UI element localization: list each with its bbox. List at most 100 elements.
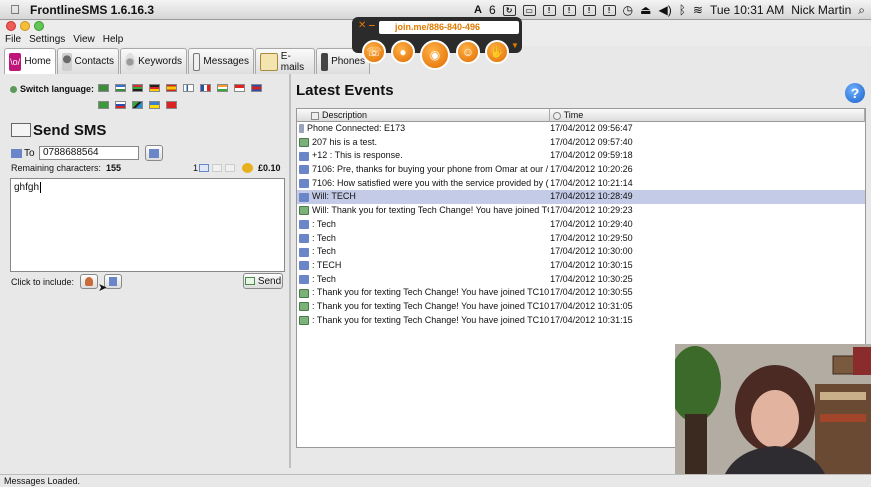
spotlight-search-icon[interactable]: ⌕: [858, 3, 865, 18]
flag-icon-7[interactable]: [200, 84, 211, 92]
time-machine-icon[interactable]: ◷: [623, 3, 633, 17]
event-description-cell: Will: TECH: [297, 190, 549, 204]
event-description-text: : Tech: [312, 218, 336, 229]
joinme-people-icon[interactable]: ☺: [456, 40, 480, 64]
event-row[interactable]: : Thank you for texting Tech Change! You…: [297, 314, 865, 328]
tab-emails-label: E-mails: [280, 50, 305, 73]
menubar-status-area: A 6 ↻ ▭ ! ! ! ! ◷ ⏏ ◀) ᛒ ≋ Tue 10:31 AM …: [474, 0, 865, 20]
event-time-cell: 17/04/2012 10:30:25: [550, 273, 633, 284]
home-icon: \o/: [9, 52, 22, 71]
joinme-control-icon[interactable]: ✋: [485, 40, 509, 64]
select-contact-button[interactable]: [145, 145, 163, 161]
send-button[interactable]: Send: [243, 273, 283, 289]
tab-home[interactable]: \o/ Home: [4, 48, 56, 74]
close-window-icon[interactable]: [6, 21, 16, 31]
menu-help[interactable]: Help: [103, 34, 124, 45]
event-time-cell: 17/04/2012 10:29:40: [550, 218, 633, 229]
event-description-text: 7106: How satisfied were you with the se…: [312, 177, 549, 188]
event-row[interactable]: 7106: Pre, thanks for buying your phone …: [297, 163, 865, 177]
apple-menu-icon[interactable]: : [0, 2, 30, 17]
event-row[interactable]: : Thank you for texting Tech Change! You…: [297, 300, 865, 314]
event-row[interactable]: : TECH 17/04/2012 10:30:15: [297, 259, 865, 273]
flag-icon-12[interactable]: [115, 101, 126, 109]
joinme-close-icon[interactable]: ✕ ‒: [358, 20, 375, 31]
status-text: Messages Loaded.: [4, 476, 81, 486]
event-description-text: Will: Thank you for texting Tech Change!…: [312, 205, 550, 216]
help-icon[interactable]: ?: [845, 83, 865, 103]
flag-icon-11[interactable]: [98, 101, 109, 109]
sync-icon[interactable]: ↻: [502, 4, 516, 16]
event-row[interactable]: Will: TECH 17/04/2012 10:28:49: [297, 190, 865, 205]
event-row[interactable]: : Tech 17/04/2012 10:30:25: [297, 273, 865, 287]
cost-coins-icon: [242, 163, 253, 173]
flag-icon-13[interactable]: [132, 101, 143, 109]
sms-in-icon: [299, 220, 309, 230]
flag-icon-8[interactable]: [217, 84, 228, 92]
wifi-icon[interactable]: ≋: [693, 3, 703, 17]
user-name[interactable]: Nick Martin: [791, 3, 851, 17]
event-row[interactable]: +12 : This is response. 17/04/2012 09:59:…: [297, 149, 865, 163]
event-description-cell: : Tech: [297, 245, 549, 259]
flag-icon-5[interactable]: [166, 84, 177, 92]
message-textarea[interactable]: ghfgh: [10, 178, 285, 272]
flag-icon-4[interactable]: [149, 84, 160, 92]
event-row[interactable]: : Tech 17/04/2012 10:29:50: [297, 232, 865, 246]
cost-value: £0.10: [258, 163, 281, 173]
flag-icon-15[interactable]: [166, 101, 177, 109]
menu-file[interactable]: File: [5, 34, 21, 45]
alert-icon-2[interactable]: !: [562, 4, 576, 16]
menu-settings[interactable]: Settings: [29, 34, 65, 45]
tab-contacts[interactable]: Contacts: [57, 48, 119, 74]
tab-messages[interactable]: Messages: [188, 48, 254, 74]
event-row[interactable]: : Thank you for texting Tech Change! You…: [297, 286, 865, 300]
joinme-menu-chevron-icon[interactable]: ▼: [511, 41, 519, 50]
include-contact-button[interactable]: [80, 274, 98, 289]
contacts-icon: [62, 52, 72, 71]
event-row[interactable]: Will: Thank you for texting Tech Change!…: [297, 204, 865, 218]
left-panel: Switch language: Send SMS To 0788688564 …: [2, 74, 289, 468]
app-name-menu[interactable]: FrontlineSMS 1.6.16.3: [30, 3, 154, 17]
zoom-window-icon[interactable]: [34, 21, 44, 31]
flag-icon-6[interactable]: [183, 84, 194, 92]
menu-view[interactable]: View: [73, 34, 95, 45]
event-time-cell: 17/04/2012 10:21:14: [550, 177, 633, 188]
sms-out-icon: [299, 302, 309, 312]
alert-icon-1[interactable]: !: [542, 4, 556, 16]
volume-icon[interactable]: ◀): [658, 3, 671, 17]
event-description-text: : Tech: [312, 273, 336, 284]
adobe-status-icon[interactable]: A: [474, 4, 482, 16]
column-header-time[interactable]: Time: [550, 109, 865, 122]
flag-icon-3[interactable]: [132, 84, 143, 92]
to-number-field[interactable]: 0788688564: [39, 146, 139, 160]
language-globe-icon: [10, 85, 17, 93]
alert-icon-4[interactable]: !: [602, 4, 616, 16]
flag-icon-10[interactable]: [251, 84, 262, 92]
clock-text[interactable]: Tue 10:31 AM: [710, 3, 784, 17]
joinme-share-icon[interactable]: ◉: [420, 40, 450, 70]
tab-keywords[interactable]: Keywords: [120, 48, 187, 74]
event-row[interactable]: 207 his is a test. 17/04/2012 09:57:40: [297, 136, 865, 150]
event-row[interactable]: : Tech 17/04/2012 10:30:00: [297, 245, 865, 259]
event-description-cell: 207 his is a test.: [297, 136, 549, 150]
joinme-url[interactable]: join.me/886-840-496: [379, 21, 519, 34]
event-row[interactable]: : Tech 17/04/2012 10:29:40: [297, 218, 865, 232]
joinme-chat-icon[interactable]: ●: [391, 40, 415, 64]
event-row[interactable]: 7106: How satisfied were you with the se…: [297, 177, 865, 191]
alert-icon-3[interactable]: !: [582, 4, 596, 16]
event-description-text: Phone Connected: E173: [307, 123, 406, 133]
joinme-phone-icon[interactable]: ☏: [362, 40, 386, 64]
event-time-cell: 17/04/2012 10:29:23: [550, 205, 633, 216]
event-time-cell: 17/04/2012 10:28:49: [550, 191, 633, 202]
event-time-cell: 17/04/2012 10:31:05: [550, 300, 633, 311]
eject-icon[interactable]: ⏏: [640, 3, 651, 17]
minimize-window-icon[interactable]: [20, 21, 30, 31]
flag-icon-14[interactable]: [149, 101, 160, 109]
flag-icon-1[interactable]: [98, 84, 109, 92]
screen-icon[interactable]: ▭: [522, 4, 536, 16]
flag-icon-2[interactable]: [115, 84, 126, 92]
flag-icon-9[interactable]: [234, 84, 245, 92]
bluetooth-icon[interactable]: ᛒ: [679, 3, 686, 17]
tab-emails[interactable]: E-mails: [255, 48, 315, 74]
event-row[interactable]: Phone Connected: E173 17/04/2012 09:56:47: [297, 122, 865, 136]
column-header-description[interactable]: Description: [297, 109, 550, 122]
